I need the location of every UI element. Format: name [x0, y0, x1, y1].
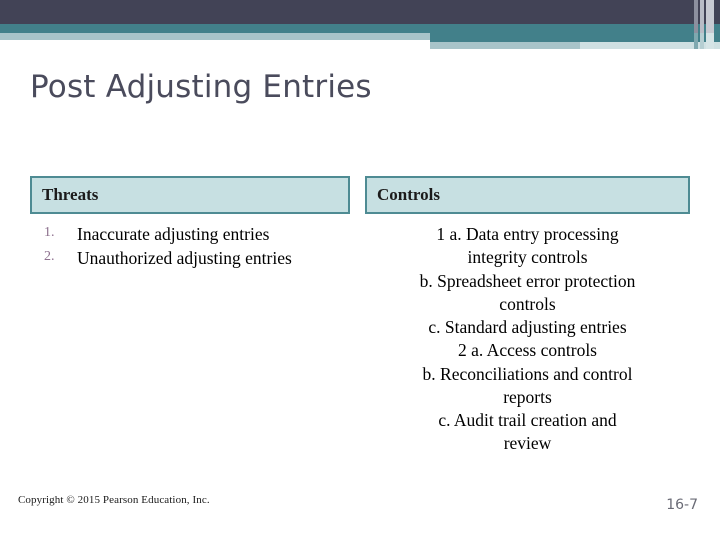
list-item: review	[503, 433, 552, 454]
list-item: 2. Unauthorized adjusting entries	[30, 247, 350, 270]
copyright-notice: Copyright © 2015 Pearson Education, Inc.	[18, 494, 210, 506]
slide-title: Post Adjusting Entries	[30, 69, 372, 105]
header-accent-bar-6	[706, 33, 714, 49]
list-item: integrity controls	[467, 247, 588, 268]
header-light-teal-band-second	[430, 42, 580, 49]
header-teal-band	[0, 24, 720, 33]
slide-header-decoration	[0, 0, 720, 56]
table-header-threats: Threats	[30, 176, 350, 214]
list-item: b. Reconciliations and control	[422, 363, 633, 384]
threat-list: 1. Inaccurate adjusting entries 2. Unaut…	[30, 223, 350, 271]
list-item: 1 a. Data entry processing	[436, 224, 619, 244]
list-item-label: Inaccurate adjusting entries	[77, 224, 270, 244]
header-accent-bar-1	[694, 0, 698, 33]
list-item-number: 2.	[44, 249, 55, 265]
table-column-threats: Threats 1. Inaccurate adjusting entries …	[30, 176, 350, 272]
header-accent-bar-4	[694, 33, 698, 49]
list-item: 1. Inaccurate adjusting entries	[30, 223, 350, 246]
page-number: 16-7	[666, 497, 698, 513]
list-item: b. Spreadsheet error protection	[419, 270, 636, 291]
list-item-label: Unauthorized adjusting entries	[77, 248, 292, 269]
header-dark-band	[0, 0, 720, 24]
header-pale-band-right	[580, 42, 720, 49]
control-list: 1 a. Data entry processing integrity con…	[365, 223, 690, 456]
list-item: reports	[503, 386, 552, 407]
table-column-controls: Controls 1 a. Data entry processing inte…	[365, 176, 690, 456]
threats-controls-table: Threats 1. Inaccurate adjusting entries …	[30, 176, 690, 476]
list-item: c. Audit trail creation and	[438, 410, 617, 431]
header-light-teal-band-left	[0, 33, 430, 40]
header-teal-band-right	[430, 33, 720, 42]
table-body-controls: 1 a. Data entry processing integrity con…	[365, 214, 690, 456]
header-accent-bar-2	[700, 0, 704, 33]
list-item: controls	[499, 293, 556, 314]
list-item: c. Standard adjusting entries	[428, 317, 627, 338]
header-accent-bar-5	[700, 33, 704, 49]
table-header-controls: Controls	[365, 176, 690, 214]
header-accent-bar-3	[706, 0, 714, 33]
table-body-threats: 1. Inaccurate adjusting entries 2. Unaut…	[30, 214, 350, 271]
list-item: 2 a. Access controls	[458, 340, 597, 361]
list-item-number: 1.	[44, 225, 55, 240]
